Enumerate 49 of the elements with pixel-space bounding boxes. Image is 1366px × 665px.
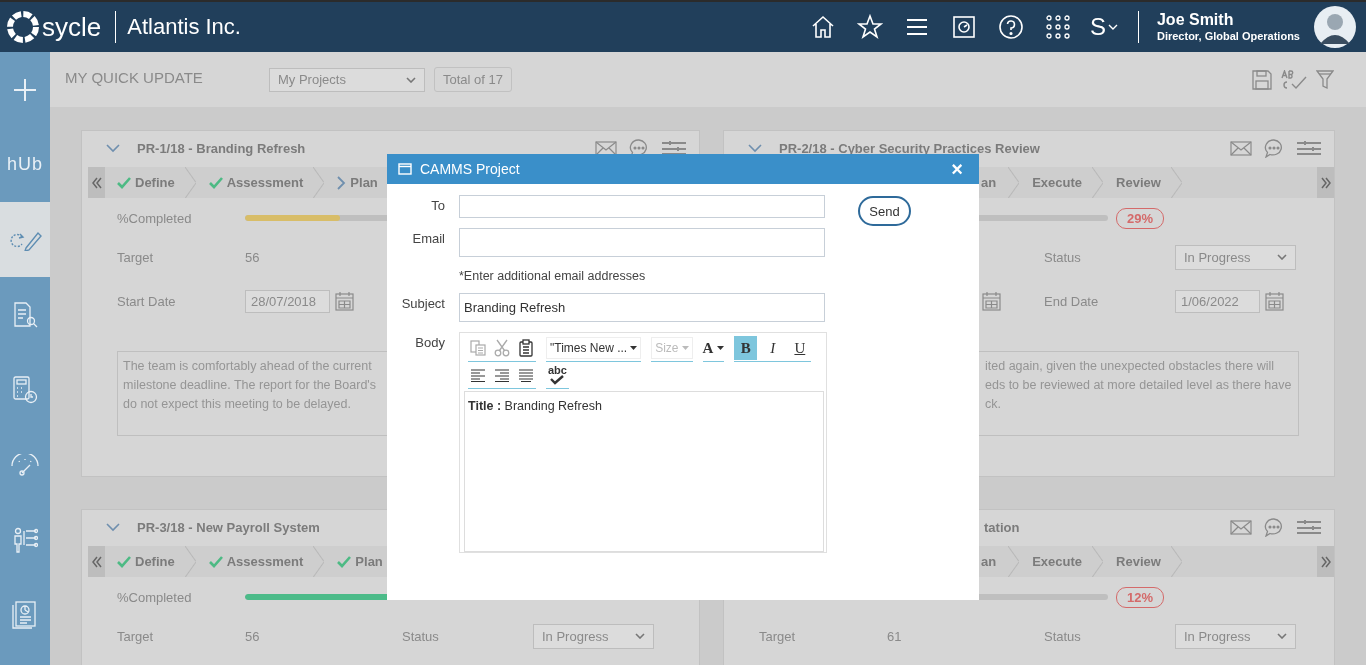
field-label: %Completed	[117, 210, 193, 226]
total-count: Total of 17	[434, 67, 512, 92]
product-name: sycle	[42, 11, 102, 43]
field-label: Target	[117, 628, 154, 644]
user-role: Director, Global Operations	[1156, 29, 1300, 43]
field-label: Target	[759, 628, 796, 644]
field-label: End Date	[1044, 293, 1099, 309]
font-select[interactable]: "Times New ...	[546, 337, 642, 359]
field-label: To	[430, 197, 445, 215]
date-field[interactable]: 1/06/2022	[1175, 289, 1260, 313]
project-title: tation	[984, 520, 1020, 534]
field-label: Status	[1044, 628, 1081, 644]
field-label: Subject	[400, 295, 445, 313]
hint-text: *Enter additional email addresses	[459, 269, 647, 283]
close-button[interactable]: ×	[951, 159, 963, 179]
spellcheck-button[interactable]: abc	[546, 365, 569, 385]
field-label: Email	[411, 230, 445, 248]
field-value: 56	[245, 249, 260, 265]
dialog-title: CAMMS Project	[420, 161, 520, 177]
send-button[interactable]: Send	[858, 196, 911, 226]
date-field[interactable]: 28/07/2018	[245, 289, 330, 313]
sidebar-item[interactable]: hUb	[0, 127, 50, 202]
project-filter-select[interactable]: My Projects	[269, 67, 425, 92]
page-title: MY QUICK UPDATE	[65, 69, 204, 86]
field-label: Status	[402, 628, 439, 644]
status-select[interactable]: In Progress	[533, 623, 654, 649]
percent-badge: 29%	[1116, 207, 1165, 229]
field-label: %Completed	[117, 589, 193, 605]
field-value: 61	[887, 628, 902, 644]
user-name: Joe Smith	[1156, 11, 1235, 29]
input-field[interactable]: Branding Refresh	[459, 293, 825, 322]
field-value: 56	[245, 628, 260, 644]
status-select[interactable]: In Progress	[1175, 623, 1296, 649]
field-label: Status	[1044, 249, 1081, 265]
switcher-button[interactable]: S	[1089, 13, 1118, 41]
body-text[interactable]: Title : Branding Refresh	[468, 399, 602, 413]
field-label: Body	[414, 334, 445, 352]
project-title: PR-1/18 - Branding Refresh	[137, 141, 306, 155]
font-color-button[interactable]: A	[702, 339, 725, 357]
bold-button[interactable]: B	[734, 336, 758, 360]
note-text: The team is comfortably ahead of the current milestone deadline. The report for the Board's do not expect this meeting to be delayed.	[123, 358, 376, 413]
status-select[interactable]: In Progress	[1175, 244, 1296, 270]
project-title: PR-2/18 - Cyber Security Practices Review	[779, 141, 1040, 155]
percent-badge: 12%	[1116, 586, 1165, 608]
company-name: Atlantis Inc.	[127, 14, 241, 40]
field-label: Start Date	[117, 293, 176, 309]
project-title: PR-3/18 - New Payroll System	[137, 520, 320, 534]
field-label: Target	[117, 249, 154, 265]
note-text: ited again, given the unexpected obstacles there will eds to be reviewed at more detailed level as there have ck.	[985, 358, 1292, 413]
